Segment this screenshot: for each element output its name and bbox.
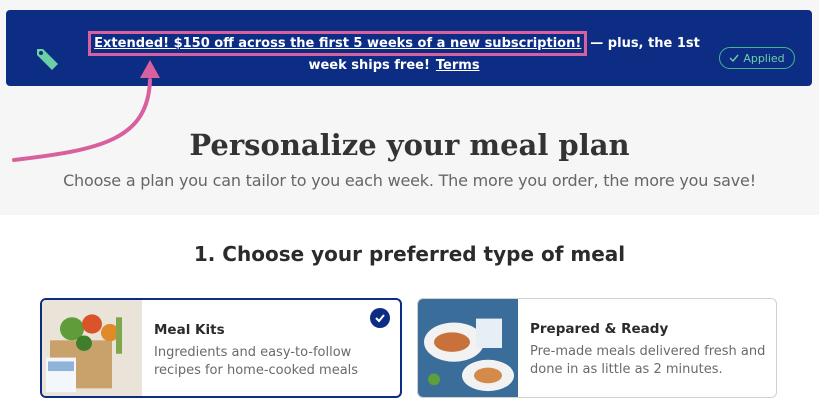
applied-label: Applied [743,51,785,65]
prepared-meal-image [418,299,518,397]
meal-type-description: Pre-made meals delivered fresh and done … [530,344,766,377]
meal-kit-image [42,300,142,396]
meal-type-card-prepared-ready[interactable]: Prepared & Ready Pre-made meals delivere… [417,298,777,398]
terms-link[interactable]: Terms [436,58,480,73]
meal-type-title: Prepared & Ready [530,321,669,337]
meal-type-title: Meal Kits [154,322,225,338]
step-title: 1. Choose your preferred type of meal [193,242,626,266]
page-subtitle: Choose a plan you can tailor to you each… [63,171,756,190]
meal-type-description: Ingredients and easy-to-follow recipes f… [154,345,359,378]
meal-type-card-meal-kits[interactable]: Meal Kits Ingredients and easy-to-follow… [40,298,402,398]
promo-text: Extended! $150 off across the first 5 we… [84,31,704,75]
page-title: Personalize your meal plan [189,128,630,162]
checkmark-icon [729,54,739,63]
promo-banner: Extended! $150 off across the first 5 we… [6,10,812,86]
selected-check-icon [370,308,390,328]
promo-highlight: Extended! $150 off across the first 5 we… [88,31,588,56]
applied-badge: Applied [719,47,795,69]
tag-icon [37,49,58,70]
